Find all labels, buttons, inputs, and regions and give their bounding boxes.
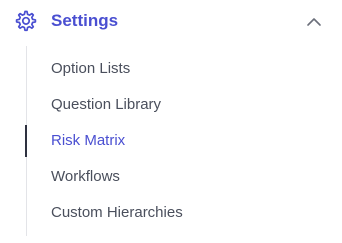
- sidebar-item-label: Risk Matrix: [51, 132, 126, 149]
- chevron-up-icon[interactable]: [305, 13, 323, 31]
- active-indicator: [25, 125, 27, 157]
- sidebar-item-label: Workflows: [51, 168, 120, 185]
- sidebar-item-label: Custom Hierarchies: [51, 204, 183, 221]
- sidebar-item-option-lists[interactable]: Option Lists: [27, 52, 342, 86]
- settings-section-header[interactable]: Settings: [0, 0, 342, 44]
- settings-submenu: Option Lists Question Library Risk Matri…: [25, 46, 342, 236]
- sidebar-item-workflows[interactable]: Workflows: [27, 160, 342, 194]
- settings-menu: Settings Option Lists Question Library R…: [0, 0, 342, 243]
- sidebar-item-label: Option Lists: [51, 60, 131, 77]
- sidebar-item-label: Question Library: [51, 96, 162, 113]
- settings-title: Settings: [51, 11, 119, 30]
- sidebar-item-risk-matrix[interactable]: Risk Matrix: [25, 124, 342, 158]
- gear-icon: [15, 10, 37, 32]
- sidebar-item-question-library[interactable]: Question Library: [27, 88, 342, 122]
- sidebar-item-custom-hierarchies[interactable]: Custom Hierarchies: [27, 196, 342, 230]
